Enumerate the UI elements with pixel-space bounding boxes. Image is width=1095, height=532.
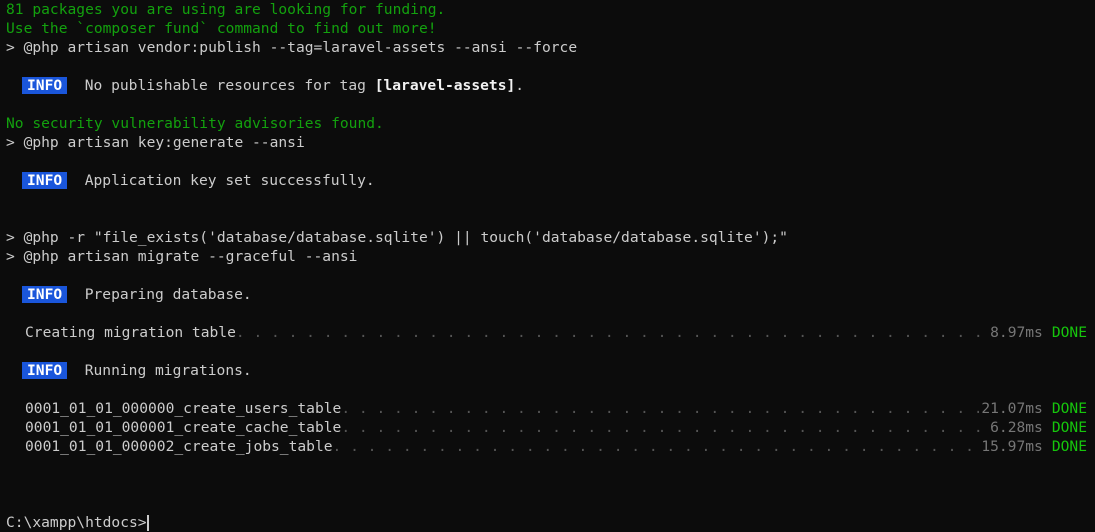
migration-label: Creating migration table	[25, 324, 236, 341]
command-migrate: > @php artisan migrate --graceful --ansi	[6, 248, 358, 265]
migration-duration: 15.97ms	[981, 438, 1043, 455]
migration-label: 0001_01_01_000001_create_cache_table	[25, 419, 342, 436]
no-publishable-message: No publishable resources for tag	[84, 77, 375, 94]
migration-row: 0001_01_01_000001_create_cache_table . .…	[0, 418, 1095, 437]
info-text-prefix	[67, 362, 85, 379]
text-cursor	[146, 514, 149, 531]
app-key-message: Application key set successfully.	[84, 172, 375, 189]
migration-status: DONE	[1051, 324, 1087, 341]
info-text-prefix	[67, 286, 85, 303]
info-badge: INFO	[22, 172, 68, 189]
info-preparing-database: INFO Preparing database.	[0, 285, 1095, 304]
migration-status: DONE	[1051, 419, 1087, 436]
migration-status: DONE	[1051, 400, 1087, 417]
composer-security-line: No security vulnerability advisories fou…	[6, 115, 384, 132]
no-publishable-period: .	[515, 77, 525, 94]
info-text-prefix	[67, 172, 85, 189]
no-publishable-tag: [laravel-assets]	[374, 77, 516, 94]
info-badge: INFO	[22, 77, 68, 94]
migration-row: 0001_01_01_000002_create_jobs_table . . …	[0, 437, 1095, 456]
info-no-publishable-resources: INFO No publishable resources for tag [l…	[0, 76, 1095, 95]
migration-duration: 6.28ms	[990, 419, 1043, 436]
info-text-prefix	[67, 77, 85, 94]
dot-leader: . . . . . . . . . . . . . . . . . . . . …	[341, 419, 988, 436]
running-migrations-message: Running migrations.	[84, 362, 252, 379]
command-file-exists: > @php -r "file_exists('database/databas…	[6, 229, 788, 246]
composer-funding-line: 81 packages you are using are looking fo…	[6, 1, 446, 18]
info-running-migrations: INFO Running migrations.	[0, 361, 1095, 380]
terminal-window[interactable]: 81 packages you are using are looking fo…	[0, 0, 1095, 531]
migration-label: 0001_01_01_000002_create_jobs_table	[25, 438, 333, 455]
info-app-key: INFO Application key set successfully.	[0, 171, 1095, 190]
info-badge: INFO	[22, 286, 68, 303]
migration-row: Creating migration table . . . . . . . .…	[0, 323, 1095, 342]
dot-leader: . . . . . . . . . . . . . . . . . . . . …	[235, 324, 988, 341]
preparing-db-message: Preparing database.	[84, 286, 252, 303]
dot-leader: . . . . . . . . . . . . . . . . . . . . …	[341, 400, 979, 417]
command-key-generate: > @php artisan key:generate --ansi	[6, 134, 305, 151]
shell-prompt-line[interactable]: C:\xampp\htdocs>	[0, 513, 1095, 532]
info-badge: INFO	[22, 362, 68, 379]
migration-label: 0001_01_01_000000_create_users_table	[25, 400, 342, 417]
composer-funding-hint: Use the `composer fund` command to find …	[6, 20, 437, 37]
migration-duration: 8.97ms	[990, 324, 1043, 341]
dot-leader: . . . . . . . . . . . . . . . . . . . . …	[332, 438, 980, 455]
command-vendor-publish: > @php artisan vendor:publish --tag=lara…	[6, 39, 578, 56]
prompt-path: C:\xampp\htdocs>	[6, 514, 147, 531]
migration-duration: 21.07ms	[981, 400, 1043, 417]
migration-row: 0001_01_01_000000_create_users_table . .…	[0, 399, 1095, 418]
migration-status: DONE	[1051, 438, 1087, 455]
